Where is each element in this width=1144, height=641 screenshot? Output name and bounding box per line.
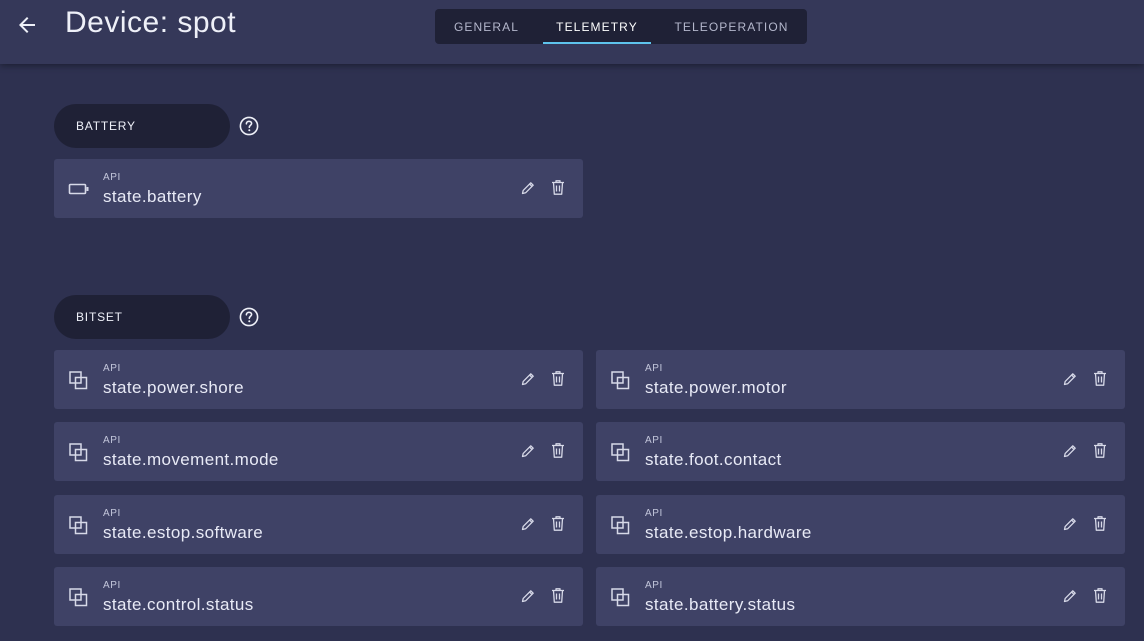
- telemetry-card-bitset: API state.foot.contact: [596, 422, 1125, 481]
- card-caption: API: [645, 508, 663, 519]
- card-caption: API: [103, 508, 121, 519]
- card-caption: API: [645, 363, 663, 374]
- telemetry-card-bitset: API state.power.shore: [54, 350, 583, 409]
- tab-general[interactable]: GENERAL: [435, 9, 538, 44]
- card-caption: API: [103, 435, 121, 446]
- pencil-icon[interactable]: [520, 443, 536, 459]
- telemetry-card-bitset: API state.estop.hardware: [596, 495, 1125, 554]
- bitset-icon: [611, 371, 630, 390]
- arrow-left-icon: [19, 17, 35, 33]
- trash-icon[interactable]: [550, 442, 566, 459]
- bitset-icon: [69, 516, 88, 535]
- pencil-icon[interactable]: [520, 180, 536, 196]
- pencil-icon[interactable]: [1062, 443, 1078, 459]
- card-value: state.estop.software: [103, 523, 264, 542]
- pencil-icon[interactable]: [1062, 516, 1078, 532]
- trash-icon[interactable]: [550, 370, 566, 387]
- bitset-icon: [611, 516, 630, 535]
- card-value: state.battery: [103, 187, 202, 206]
- card-caption: API: [103, 172, 121, 183]
- card-value: state.power.shore: [103, 378, 244, 397]
- telemetry-card-bitset: API state.estop.software: [54, 495, 583, 554]
- card-value: state.foot.contact: [645, 450, 782, 469]
- telemetry-card-battery: API state.battery: [54, 159, 583, 218]
- card-caption: API: [645, 580, 663, 591]
- bitset-icon: [611, 443, 630, 462]
- pencil-icon[interactable]: [520, 516, 536, 532]
- pencil-icon[interactable]: [1062, 371, 1078, 387]
- card-value: state.power.motor: [645, 378, 787, 397]
- pencil-icon[interactable]: [520, 588, 536, 604]
- card-caption: API: [103, 363, 121, 374]
- telemetry-card-bitset: API state.control.status: [54, 567, 583, 626]
- top-app-bar: Device: spot GENERAL TELEMETRY TELEOPERA…: [0, 0, 1144, 64]
- bitset-icon: [69, 588, 88, 607]
- card-caption: API: [645, 435, 663, 446]
- trash-icon[interactable]: [550, 515, 566, 532]
- bitset-icon: [611, 588, 630, 607]
- card-value: state.battery.status: [645, 595, 796, 614]
- telemetry-card-bitset: API state.power.motor: [596, 350, 1125, 409]
- trash-icon[interactable]: [550, 587, 566, 604]
- card-caption: API: [103, 580, 121, 591]
- battery-icon: [68, 183, 89, 195]
- help-circle-icon[interactable]: [239, 307, 259, 327]
- section-label-battery: BATTERY: [54, 104, 230, 148]
- telemetry-card-bitset: API state.movement.mode: [54, 422, 583, 481]
- trash-icon[interactable]: [1092, 515, 1108, 532]
- telemetry-card-bitset: API state.battery.status: [596, 567, 1125, 626]
- bitset-icon: [69, 443, 88, 462]
- pencil-icon[interactable]: [520, 371, 536, 387]
- tab-bar: GENERAL TELEMETRY TELEOPERATION: [435, 9, 807, 44]
- card-value: state.estop.hardware: [645, 523, 812, 542]
- pencil-icon[interactable]: [1062, 588, 1078, 604]
- trash-icon[interactable]: [1092, 587, 1108, 604]
- card-value: state.control.status: [103, 595, 254, 614]
- help-circle-icon[interactable]: [239, 116, 259, 136]
- tab-teleoperation[interactable]: TELEOPERATION: [656, 9, 807, 44]
- section-label-bitset: BITSET: [54, 295, 230, 339]
- trash-icon[interactable]: [550, 179, 566, 196]
- tab-telemetry[interactable]: TELEMETRY: [538, 9, 656, 44]
- back-button[interactable]: [14, 12, 40, 38]
- card-value: state.movement.mode: [103, 450, 279, 469]
- bitset-icon: [69, 371, 88, 390]
- page-title: Device: spot: [65, 6, 237, 39]
- trash-icon[interactable]: [1092, 370, 1108, 387]
- trash-icon[interactable]: [1092, 442, 1108, 459]
